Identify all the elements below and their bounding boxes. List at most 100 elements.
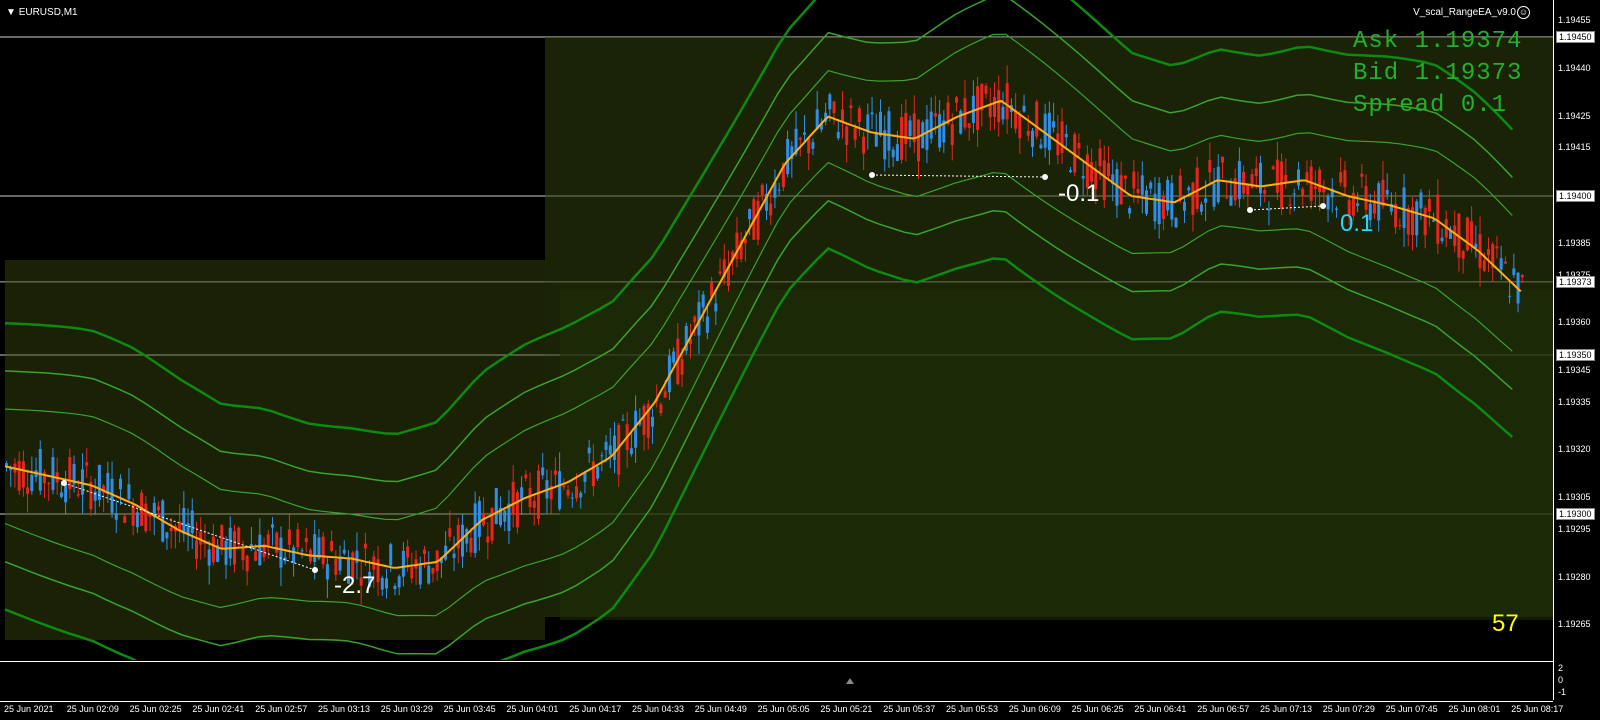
candle-body xyxy=(621,419,625,421)
candle-body xyxy=(515,492,519,528)
candle-body xyxy=(575,486,578,499)
subwindow-tick-label: 0 xyxy=(1558,675,1564,685)
candle-body xyxy=(224,540,228,565)
time-tick-label: 25 Jun 07:13 xyxy=(1260,704,1313,714)
candle-body xyxy=(1419,192,1423,209)
candle-body xyxy=(874,132,878,147)
candle-body xyxy=(1031,130,1034,148)
candle-body xyxy=(1204,198,1208,203)
time-tick-label: 25 Jun 02:09 xyxy=(66,704,119,714)
candle-body xyxy=(427,565,431,584)
candle-body xyxy=(1432,220,1436,222)
time-tick-label: 25 Jun 06:09 xyxy=(1008,704,1061,714)
candle-body xyxy=(836,132,840,139)
candle-body xyxy=(169,527,173,532)
candle-body xyxy=(596,466,600,479)
candle-body xyxy=(895,144,899,161)
price-tick-label: 1.19335 xyxy=(1558,396,1591,407)
candle-body xyxy=(1470,221,1474,246)
candle-body xyxy=(908,120,912,137)
candle-body xyxy=(532,500,536,508)
candle-body xyxy=(85,462,89,466)
candle-body xyxy=(254,551,258,561)
price-tick-label: 1.19280 xyxy=(1558,571,1591,582)
time-tick-label: 25 Jun 04:33 xyxy=(632,704,685,714)
candle-body xyxy=(955,97,958,103)
price-tick-label: 1.19440 xyxy=(1558,62,1591,73)
time-tick-label: 25 Jun 03:45 xyxy=(443,704,496,714)
candle-body xyxy=(1453,225,1457,246)
trade-result-label: 0.1 xyxy=(1340,210,1374,237)
candle-body xyxy=(325,564,329,580)
time-tick-label: 25 Jun 02:25 xyxy=(129,704,182,714)
candle-body xyxy=(841,109,844,122)
candle-body xyxy=(904,112,908,145)
candle-body xyxy=(1499,258,1503,270)
candle-body xyxy=(900,117,904,160)
candle-body xyxy=(1225,197,1229,199)
smiley-icon[interactable]: ☺ xyxy=(1517,6,1530,19)
candle-body xyxy=(933,113,937,117)
candle-body xyxy=(1487,249,1490,256)
candle-body xyxy=(1216,166,1220,203)
price-chart[interactable] xyxy=(0,0,1553,660)
candle-body xyxy=(271,524,274,528)
candle-body xyxy=(1313,186,1317,189)
subwindow-tick-label: -1 xyxy=(1558,687,1567,697)
candle-body xyxy=(1335,208,1338,210)
candle-body xyxy=(106,472,110,495)
bid-label: Bid 1.19373 xyxy=(1353,60,1523,87)
candle-body xyxy=(494,488,498,524)
candle-body xyxy=(672,351,676,363)
candle-body xyxy=(165,532,169,539)
price-axis[interactable]: 1.19455 1.19440 1.19425 1.19415 1.19400 1.193… xyxy=(1553,0,1600,665)
candle-body xyxy=(1482,260,1486,271)
price-tick-label: 1.19425 xyxy=(1558,110,1591,121)
candle-body xyxy=(490,507,494,541)
candle-body xyxy=(680,359,684,375)
candle-body xyxy=(452,553,456,558)
candle-body xyxy=(486,536,490,543)
candle-body xyxy=(385,578,388,589)
indicator-subwindow[interactable] xyxy=(0,661,1553,702)
candle-body xyxy=(1246,184,1250,195)
candle-body xyxy=(613,435,616,460)
time-tick-label: 25 Jun 06:57 xyxy=(1197,704,1250,714)
time-axis[interactable]: 25 Jun 2021 25 Jun 02:09 25 Jun 02:25 25 Ju… xyxy=(0,701,1600,720)
candle-body xyxy=(579,492,583,498)
candle-body xyxy=(853,128,857,140)
candle-body xyxy=(541,467,545,476)
candle-body xyxy=(537,470,540,519)
candle-body xyxy=(220,525,224,548)
symbol-label[interactable]: ▼ EURUSD,M1 xyxy=(6,7,78,18)
candle-body xyxy=(241,548,245,561)
time-tick-label: 25 Jun 02:41 xyxy=(192,704,245,714)
price-tick-label: 1.19305 xyxy=(1558,492,1591,503)
chart-menu-icon[interactable]: ▼ xyxy=(6,7,19,18)
subwindow-tick-label: 2 xyxy=(1558,663,1564,673)
candle-body xyxy=(786,139,790,175)
candle-body xyxy=(1077,143,1081,149)
candle-body xyxy=(59,492,63,497)
chart-window[interactable]: ▼ EURUSD,M1 V_scal_RangeEA_v9.0 ☺ Ask 1.… xyxy=(0,0,1600,720)
price-tick-label: 1.19385 xyxy=(1558,237,1591,248)
time-tick-label: 25 Jun 03:13 xyxy=(318,704,371,714)
candle-body xyxy=(93,491,97,501)
candle-body xyxy=(431,567,435,574)
subwindow-axis[interactable]: 2 0 -1 xyxy=(1553,661,1600,700)
time-tick-label: 25 Jun 06:25 xyxy=(1071,704,1124,714)
candle-body xyxy=(1153,193,1157,222)
candle-body xyxy=(211,536,215,563)
candle-body xyxy=(1047,112,1051,151)
price-level-tag: 1.19450 xyxy=(1556,31,1595,43)
time-tick-label: 25 Jun 08:17 xyxy=(1511,704,1564,714)
candle-body xyxy=(608,445,612,455)
candle-body xyxy=(1280,161,1284,209)
candle-body xyxy=(207,549,211,566)
candle-body xyxy=(1128,208,1132,214)
candle-body xyxy=(393,585,397,590)
time-tick-label: 25 Jun 2021 xyxy=(4,704,54,714)
candle-body xyxy=(114,513,118,520)
candle-body xyxy=(258,534,262,566)
candle-body xyxy=(659,404,663,413)
